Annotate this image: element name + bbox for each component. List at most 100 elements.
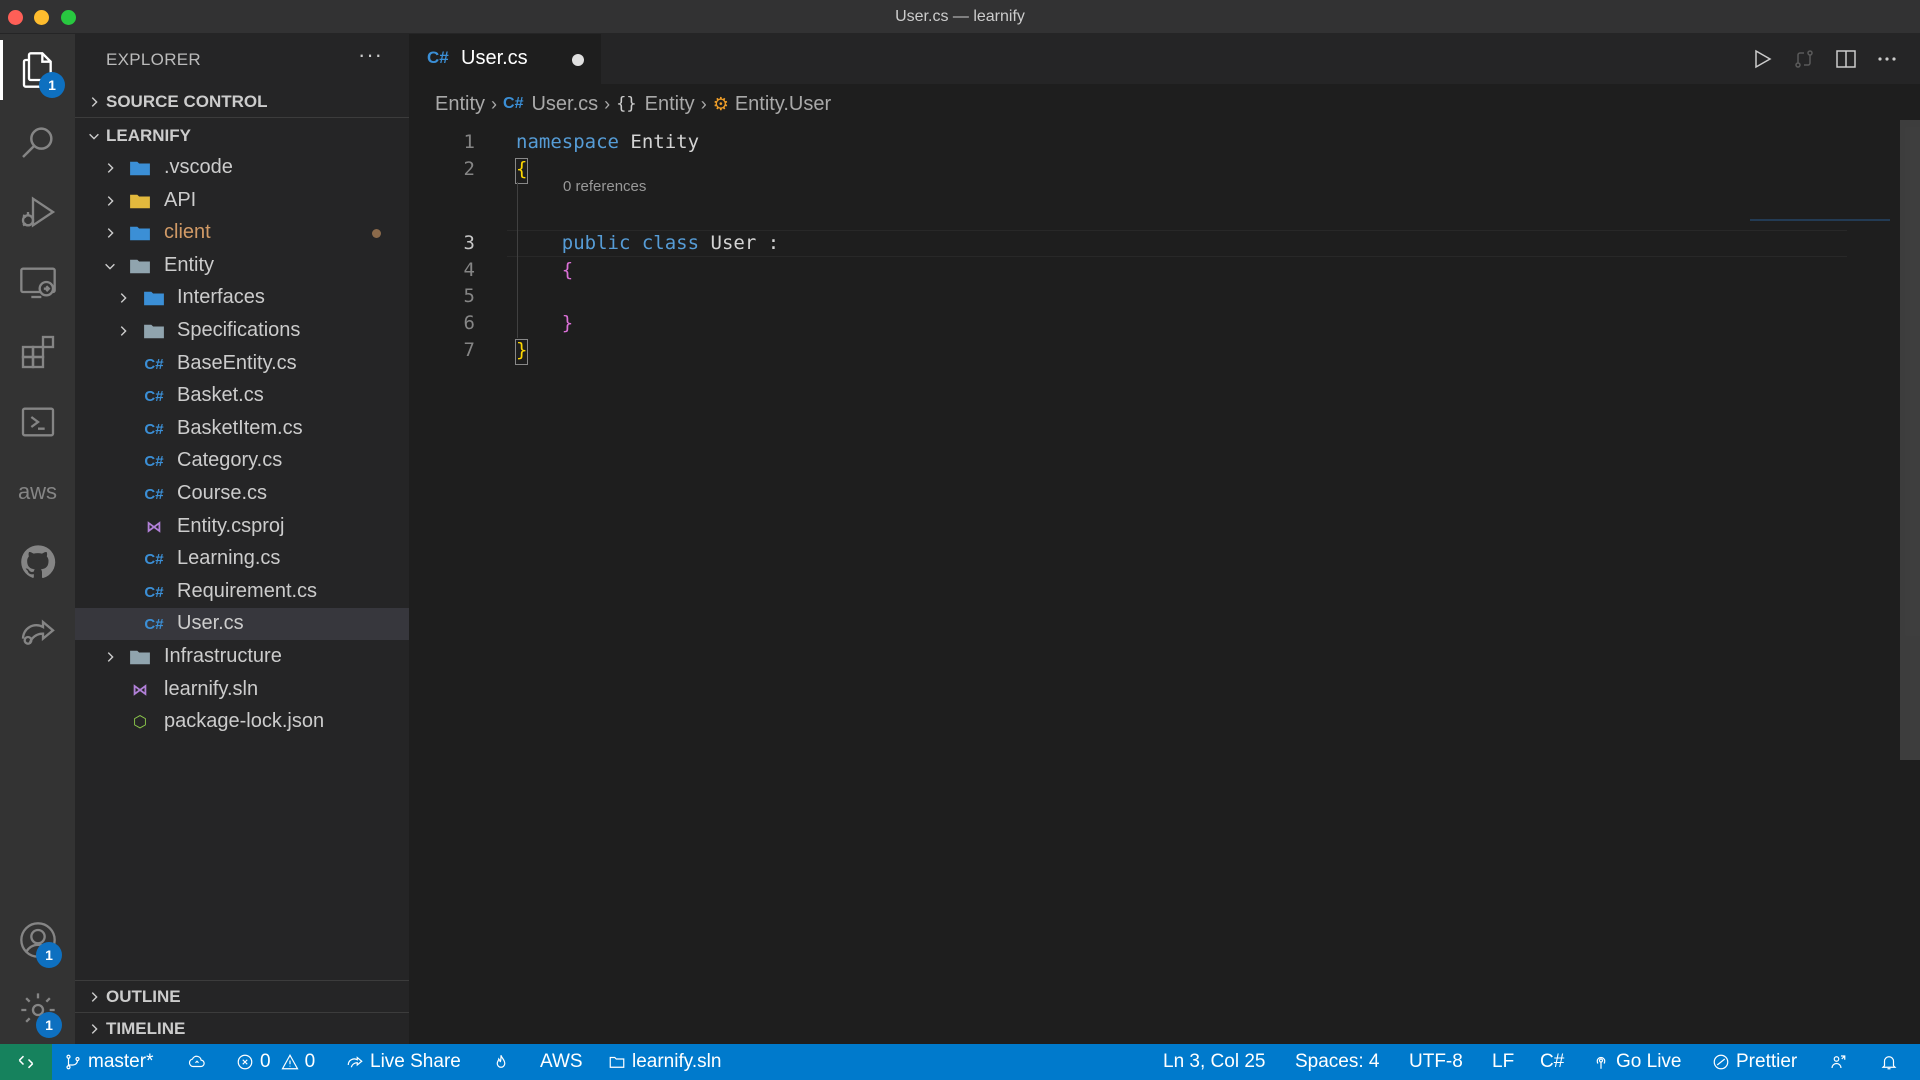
tree-item[interactable]: C# Basket.cs [75,380,409,412]
csharp-file-icon: C# [144,485,164,503]
status-bar: master* 0 0 Live Share AWS learnify.sln … [0,1044,1920,1080]
tree-item[interactable]: C# BaseEntity.cs [75,348,409,380]
run-icon[interactable] [1748,45,1776,73]
namespace-icon: {} [616,94,637,114]
tree-item[interactable]: Specifications [75,315,409,347]
sync-icon[interactable] [188,1044,212,1080]
git-branch-icon [66,1054,80,1070]
prettier-status[interactable]: Prettier [1712,1044,1797,1080]
tree-item[interactable]: ⋈ Entity.csproj [75,511,409,543]
folder-icon [609,1056,625,1068]
indentation-status[interactable]: Spaces: 4 [1295,1044,1380,1080]
remote-explorer-icon[interactable] [0,252,75,312]
accounts-icon[interactable]: 1 [0,910,75,970]
remote-indicator-icon[interactable] [0,1044,52,1080]
tree-item[interactable]: C# Learning.cs [75,543,409,575]
timeline-section[interactable]: TIMELINE [75,1012,409,1044]
run-debug-icon[interactable] [0,182,75,242]
cursor-position[interactable]: Ln 3, Col 25 [1163,1044,1265,1080]
more-actions-icon[interactable]: ··· [358,42,383,68]
aws-icon[interactable]: aws [0,462,75,522]
chevron-right-icon: › [700,93,707,114]
colon: : [767,232,780,254]
tree-item[interactable]: C# User.cs [75,608,409,640]
github-icon[interactable] [0,532,75,592]
live-share-icon[interactable] [0,602,75,662]
chevron-right-icon [75,990,106,1004]
flame-icon[interactable] [492,1044,516,1080]
tree-item[interactable]: API [75,185,409,217]
tree-item-label: Basket.cs [177,384,264,406]
breadcrumb-folder[interactable]: Entity [435,93,485,116]
open-brace: { [561,259,574,281]
branch-status[interactable]: master* [64,1044,153,1080]
workspace-section[interactable]: LEARNIFY [75,120,409,152]
notifications-bell-icon[interactable] [1880,1044,1904,1080]
sidebar-header: EXPLORER ··· [75,34,409,86]
minimap[interactable] [1750,219,1890,221]
tab-bar: C# User.cs [409,34,1920,84]
code-line-3: public class User : [516,232,779,254]
solution-status[interactable]: learnify.sln [608,1044,721,1080]
tree-item[interactable]: Entity [75,250,409,282]
settings-gear-icon[interactable]: 1 [0,980,75,1040]
tree-item[interactable]: ⬡ package-lock.json [75,706,409,738]
tree-item[interactable]: C# Category.cs [75,445,409,477]
source-control-title: SOURCE CONTROL [106,91,268,111]
extensions-icon[interactable] [0,322,75,382]
csharp-file-icon: C# [427,48,449,67]
terminal-icon[interactable] [0,392,75,452]
problems-status[interactable]: 0 0 [236,1044,315,1080]
branch-name: master* [88,1051,154,1072]
feedback-icon[interactable] [1829,1044,1853,1080]
encoding-status[interactable]: UTF-8 [1409,1044,1463,1080]
code-editor[interactable]: 1 2 3 4 5 6 7 namespace Entity { 0 refer… [409,118,1920,1044]
tree-item[interactable]: ⋈ learnify.sln [75,674,409,706]
error-icon [237,1054,253,1070]
open-changes-icon[interactable] [1790,45,1818,73]
outline-section[interactable]: OUTLINE [75,980,409,1012]
visual-studio-icon: ⋈ [146,519,162,536]
tree-item-label: BaseEntity.cs [177,352,297,374]
unsaved-dot-icon[interactable] [572,54,584,66]
bracket-match-highlight [515,158,528,184]
csharp-file-icon: C# [144,550,164,568]
folder-icon [128,158,152,178]
tab-label: User.cs [461,47,528,69]
split-editor-icon[interactable] [1832,45,1860,73]
source-control-section[interactable]: SOURCE CONTROL [75,86,409,118]
breadcrumb-namespace[interactable]: Entity [645,93,695,116]
breadcrumb-class[interactable]: Entity.User [735,93,831,116]
live-share-status[interactable]: Live Share [346,1044,461,1080]
tab-user-cs[interactable]: C# User.cs [409,34,601,84]
vertical-scrollbar[interactable] [1900,120,1920,760]
line-number: 5 [463,285,475,307]
eol-status[interactable]: LF [1492,1044,1514,1080]
folder-icon [128,191,152,211]
search-icon[interactable] [0,112,75,172]
codelens-references[interactable]: 0 references [563,178,646,195]
tree-item[interactable]: Interfaces [75,282,409,314]
more-actions-icon[interactable] [1873,45,1901,73]
keyword: class [641,232,700,254]
tree-item[interactable]: client [75,217,409,249]
tree-item-label: Requirement.cs [177,580,318,602]
explorer-badge: 1 [39,72,65,98]
chevron-right-icon: › [491,93,498,114]
language-mode[interactable]: C# [1540,1044,1564,1080]
breadcrumb-file[interactable]: User.cs [531,93,598,116]
indentation-label: Spaces: 4 [1295,1051,1380,1072]
tree-item[interactable]: Infrastructure [75,641,409,673]
aws-status[interactable]: AWS [540,1044,583,1080]
line-number: 2 [463,158,475,180]
tree-item[interactable]: C# BasketItem.cs [75,413,409,445]
go-live-button[interactable]: Go Live [1592,1044,1681,1080]
tree-item[interactable]: C# Requirement.cs [75,576,409,608]
solution-name: learnify.sln [632,1051,722,1072]
tree-item[interactable]: .vscode [75,152,409,184]
tree-item[interactable]: C# Course.cs [75,478,409,510]
explorer-icon[interactable]: 1 [0,40,75,100]
line-number: 4 [463,259,475,281]
csharp-file-icon: C# [144,420,164,438]
class-name: User [710,232,757,254]
